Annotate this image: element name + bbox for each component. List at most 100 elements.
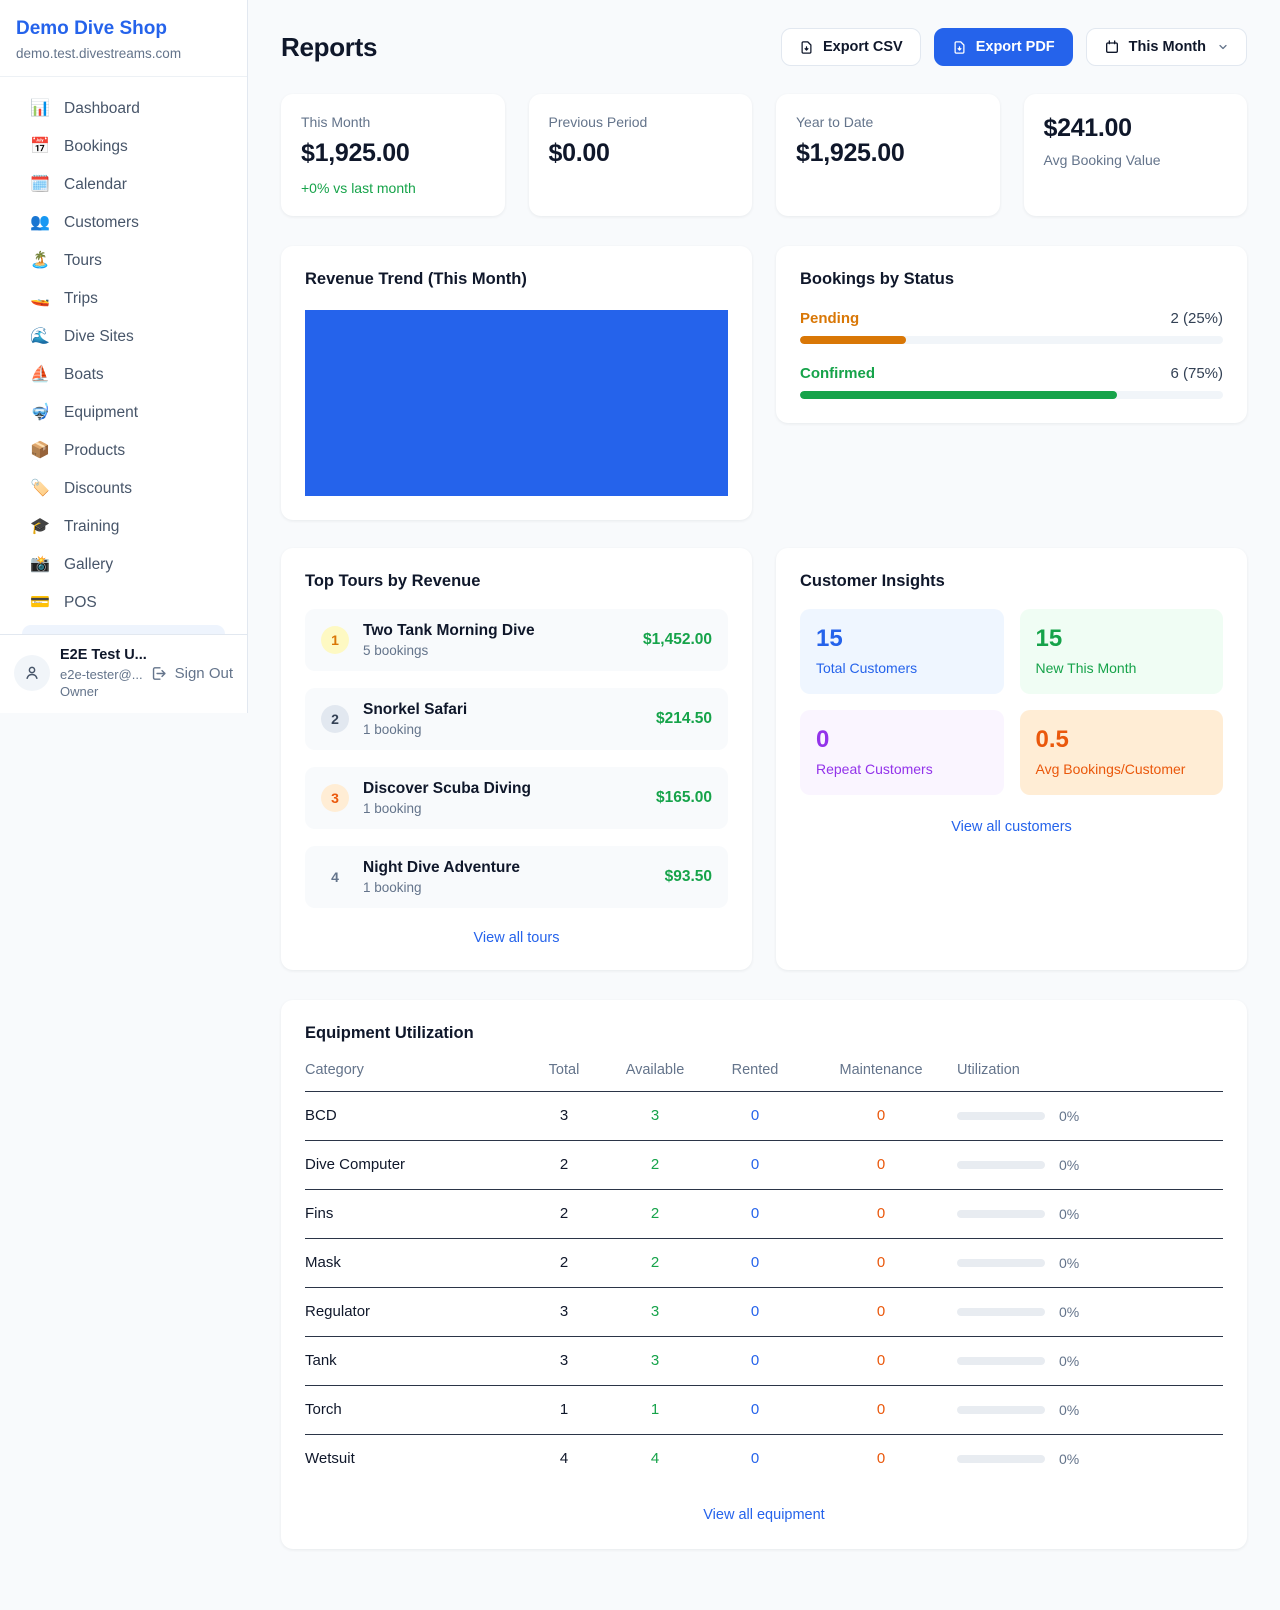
- chevron-down-icon: [1217, 41, 1229, 53]
- insight-value: 15: [1036, 625, 1208, 653]
- export-csv-button[interactable]: Export CSV: [781, 28, 921, 66]
- user-role: Owner: [60, 683, 140, 701]
- view-all-equipment-link[interactable]: View all equipment: [305, 1507, 1223, 1523]
- tour-row[interactable]: 1 Two Tank Morning Dive 5 bookings $1,45…: [305, 609, 728, 671]
- utilization-percent: 0%: [1059, 1255, 1079, 1271]
- export-csv-label: Export CSV: [823, 39, 903, 55]
- insights-row: Top Tours by Revenue 1 Two Tank Morning …: [281, 548, 1247, 970]
- credit-card-icon: 💳: [30, 595, 50, 611]
- user-section: E2E Test U... e2e-tester@... Owner Sign …: [0, 634, 247, 713]
- table-row: Tank 3 3 0 0 0%: [305, 1337, 1223, 1386]
- utilization-percent: 0%: [1059, 1353, 1079, 1369]
- status-value-confirmed: 6 (75%): [1170, 365, 1223, 382]
- cell-category: Fins: [305, 1205, 523, 1222]
- view-all-customers-link[interactable]: View all customers: [800, 819, 1223, 835]
- cell-available: 2: [605, 1254, 705, 1271]
- status-value-pending: 2 (25%): [1170, 310, 1223, 327]
- file-download-icon: [799, 40, 814, 55]
- customer-insights-card: Customer Insights 15 Total Customers 15 …: [776, 548, 1247, 970]
- insight-tile-total-customers: 15 Total Customers: [800, 609, 1004, 694]
- cell-maintenance: 0: [805, 1450, 957, 1467]
- stat-label: This Month: [301, 114, 485, 130]
- sidebar-item-equipment[interactable]: 🤿 Equipment: [12, 394, 235, 432]
- calendar-pad-icon: 🗓️: [30, 177, 50, 193]
- customer-insights-title: Customer Insights: [800, 572, 1223, 591]
- cell-available: 2: [605, 1156, 705, 1173]
- cell-total: 2: [523, 1254, 605, 1271]
- status-label-pending: Pending: [800, 310, 859, 327]
- charts-row: Revenue Trend (This Month) Bookings by S…: [281, 246, 1247, 520]
- tour-revenue: $1,452.00: [643, 631, 712, 649]
- page-header: Reports Export CSV Export PDF This Month: [281, 28, 1247, 66]
- sidebar-item-discounts[interactable]: 🏷️ Discounts: [12, 470, 235, 508]
- cell-rented: 0: [705, 1352, 805, 1369]
- revenue-trend-title: Revenue Trend (This Month): [305, 270, 728, 289]
- cell-rented: 0: [705, 1107, 805, 1124]
- sidebar-nav: 📊 Dashboard 📅 Bookings 🗓️ Calendar 👥 Cus…: [0, 77, 247, 634]
- col-header-rented: Rented: [705, 1062, 805, 1078]
- sidebar-item-products[interactable]: 📦 Products: [12, 432, 235, 470]
- cell-available: 3: [605, 1107, 705, 1124]
- cell-category: Mask: [305, 1254, 523, 1271]
- col-header-category: Category: [305, 1062, 523, 1078]
- insight-tile-repeat-customers: 0 Repeat Customers: [800, 710, 1004, 795]
- top-tours-title: Top Tours by Revenue: [305, 572, 728, 591]
- stat-delta: +0% vs last month: [301, 180, 485, 196]
- sidebar-item-bookings[interactable]: 📅 Bookings: [12, 128, 235, 166]
- sidebar-item-tours[interactable]: 🏝️ Tours: [12, 242, 235, 280]
- utilization-bar: [957, 1308, 1045, 1316]
- utilization-bar: [957, 1112, 1045, 1120]
- sidebar-item-label: Discounts: [64, 480, 132, 498]
- tour-row[interactable]: 3 Discover Scuba Diving 1 booking $165.0…: [305, 767, 728, 829]
- sidebar-item-label: Equipment: [64, 404, 138, 422]
- stat-cards: This Month $1,925.00 +0% vs last month P…: [281, 94, 1247, 216]
- cell-utilization: 0%: [957, 1402, 1223, 1418]
- cell-maintenance: 0: [805, 1205, 957, 1222]
- sidebar-item-training[interactable]: 🎓 Training: [12, 508, 235, 546]
- tour-name: Discover Scuba Diving: [363, 780, 531, 798]
- utilization-percent: 0%: [1059, 1451, 1079, 1467]
- sidebar-item-dashboard[interactable]: 📊 Dashboard: [12, 90, 235, 128]
- cell-category: Dive Computer: [305, 1156, 523, 1173]
- insight-value: 15: [816, 625, 988, 653]
- col-header-available: Available: [605, 1062, 705, 1078]
- header-actions: Export CSV Export PDF This Month: [781, 28, 1247, 66]
- stat-card-this-month: This Month $1,925.00 +0% vs last month: [281, 94, 505, 216]
- cell-maintenance: 0: [805, 1107, 957, 1124]
- insight-label: Total Customers: [816, 660, 988, 676]
- utilization-percent: 0%: [1059, 1206, 1079, 1222]
- sidebar-item-reports-active-partial[interactable]: [22, 625, 225, 634]
- diving-mask-icon: 🤿: [30, 405, 50, 421]
- table-row: Regulator 3 3 0 0 0%: [305, 1288, 1223, 1337]
- equipment-table: Category Total Available Rented Maintena…: [305, 1062, 1223, 1483]
- sidebar-item-pos[interactable]: 💳 POS: [12, 584, 235, 622]
- sidebar-item-boats[interactable]: ⛵ Boats: [12, 356, 235, 394]
- period-dropdown[interactable]: This Month: [1086, 28, 1247, 66]
- view-all-tours-link[interactable]: View all tours: [305, 930, 728, 946]
- sidebar-item-label: Products: [64, 442, 125, 460]
- sidebar-item-calendar[interactable]: 🗓️ Calendar: [12, 166, 235, 204]
- export-pdf-button[interactable]: Export PDF: [934, 28, 1073, 66]
- tour-row[interactable]: 4 Night Dive Adventure 1 booking $93.50: [305, 846, 728, 908]
- sidebar-item-trips[interactable]: 🚤 Trips: [12, 280, 235, 318]
- utilization-bar: [957, 1259, 1045, 1267]
- sidebar-item-customers[interactable]: 👥 Customers: [12, 204, 235, 242]
- calendar-date-icon: 📅: [30, 139, 50, 155]
- utilization-bar: [957, 1161, 1045, 1169]
- tour-name: Two Tank Morning Dive: [363, 622, 535, 640]
- sidebar-item-label: Customers: [64, 214, 139, 232]
- cell-rented: 0: [705, 1303, 805, 1320]
- bookings-status-card: Bookings by Status Pending 2 (25%) Confi…: [776, 246, 1247, 423]
- sign-out-button[interactable]: Sign Out: [150, 665, 233, 682]
- sidebar-item-label: POS: [64, 594, 97, 612]
- tour-row[interactable]: 2 Snorkel Safari 1 booking $214.50: [305, 688, 728, 750]
- sidebar-item-gallery[interactable]: 📸 Gallery: [12, 546, 235, 584]
- utilization-bar: [957, 1210, 1045, 1218]
- equipment-utilization-card: Equipment Utilization Category Total Ava…: [281, 1000, 1247, 1549]
- sidebar-item-dive-sites[interactable]: 🌊 Dive Sites: [12, 318, 235, 356]
- table-row: Dive Computer 2 2 0 0 0%: [305, 1141, 1223, 1190]
- top-tours-list: 1 Two Tank Morning Dive 5 bookings $1,45…: [305, 609, 728, 908]
- insight-tile-new-this-month: 15 New This Month: [1020, 609, 1224, 694]
- top-tours-card: Top Tours by Revenue 1 Two Tank Morning …: [281, 548, 752, 970]
- utilization-bar: [957, 1406, 1045, 1414]
